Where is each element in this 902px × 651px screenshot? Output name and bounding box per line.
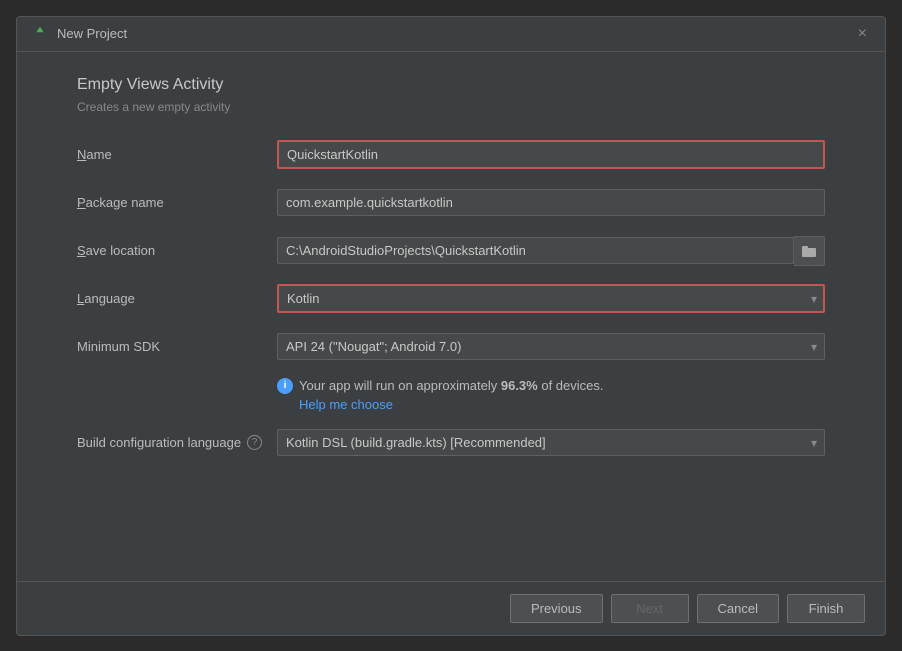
save-location-input[interactable] bbox=[277, 237, 794, 264]
title-bar-left: New Project bbox=[31, 25, 127, 43]
new-project-dialog: New Project × Empty Views Activity Creat… bbox=[16, 16, 886, 636]
min-sdk-control: API 24 ("Nougat"; Android 7.0) API 21 (A… bbox=[277, 333, 825, 360]
next-button[interactable]: Next bbox=[611, 594, 689, 623]
package-input[interactable] bbox=[277, 189, 825, 216]
language-select[interactable]: Kotlin Java bbox=[277, 284, 825, 313]
info-text: Your app will run on approximately 96.3%… bbox=[299, 378, 604, 393]
build-config-label: Build configuration language ? bbox=[77, 435, 277, 450]
language-select-wrap: Kotlin Java ▾ bbox=[277, 284, 825, 313]
title-bar: New Project × bbox=[17, 17, 885, 52]
previous-button[interactable]: Previous bbox=[510, 594, 603, 623]
section-title: Empty Views Activity bbox=[77, 76, 825, 94]
name-input[interactable] bbox=[277, 140, 825, 169]
info-line: i Your app will run on approximately 96.… bbox=[277, 378, 825, 394]
language-label: Language bbox=[77, 291, 277, 306]
info-icon: i bbox=[277, 378, 293, 394]
build-config-row: Build configuration language ? Kotlin DS… bbox=[77, 426, 825, 460]
build-config-select-wrap: Kotlin DSL (build.gradle.kts) [Recommend… bbox=[277, 429, 825, 456]
cancel-button[interactable]: Cancel bbox=[697, 594, 779, 623]
name-control bbox=[277, 140, 825, 169]
info-row: i Your app will run on approximately 96.… bbox=[277, 378, 825, 412]
build-config-help-icon[interactable]: ? bbox=[247, 435, 262, 450]
dialog-content: Empty Views Activity Creates a new empty… bbox=[17, 52, 885, 581]
language-control: Kotlin Java ▾ bbox=[277, 284, 825, 313]
name-label: Name bbox=[77, 147, 277, 162]
build-config-label-group: Build configuration language ? bbox=[77, 435, 277, 450]
save-location-label: Save location bbox=[77, 243, 277, 258]
build-config-control: Kotlin DSL (build.gradle.kts) [Recommend… bbox=[277, 429, 825, 456]
min-sdk-label: Minimum SDK bbox=[77, 339, 277, 354]
section-subtitle: Creates a new empty activity bbox=[77, 100, 825, 114]
browse-folder-button[interactable] bbox=[794, 236, 825, 266]
dialog-footer: Previous Next Cancel Finish bbox=[17, 581, 885, 635]
language-row: Language Kotlin Java ▾ bbox=[77, 282, 825, 316]
package-row: Package name bbox=[77, 186, 825, 220]
package-control bbox=[277, 189, 825, 216]
dialog-title: New Project bbox=[57, 26, 127, 41]
min-sdk-row: Minimum SDK API 24 ("Nougat"; Android 7.… bbox=[77, 330, 825, 364]
save-location-input-group bbox=[277, 236, 825, 266]
close-button[interactable]: × bbox=[854, 26, 871, 42]
info-percent: 96.3% bbox=[501, 378, 538, 393]
finish-button[interactable]: Finish bbox=[787, 594, 865, 623]
build-config-select[interactable]: Kotlin DSL (build.gradle.kts) [Recommend… bbox=[277, 429, 825, 456]
min-sdk-select[interactable]: API 24 ("Nougat"; Android 7.0) API 21 (A… bbox=[277, 333, 825, 360]
name-row: Name bbox=[77, 138, 825, 172]
save-location-control bbox=[277, 236, 825, 266]
package-label: Package name bbox=[77, 195, 277, 210]
help-me-choose-link[interactable]: Help me choose bbox=[299, 397, 825, 412]
save-location-row: Save location bbox=[77, 234, 825, 268]
android-icon bbox=[31, 25, 49, 43]
folder-icon bbox=[802, 245, 816, 257]
min-sdk-select-wrap: API 24 ("Nougat"; Android 7.0) API 21 (A… bbox=[277, 333, 825, 360]
